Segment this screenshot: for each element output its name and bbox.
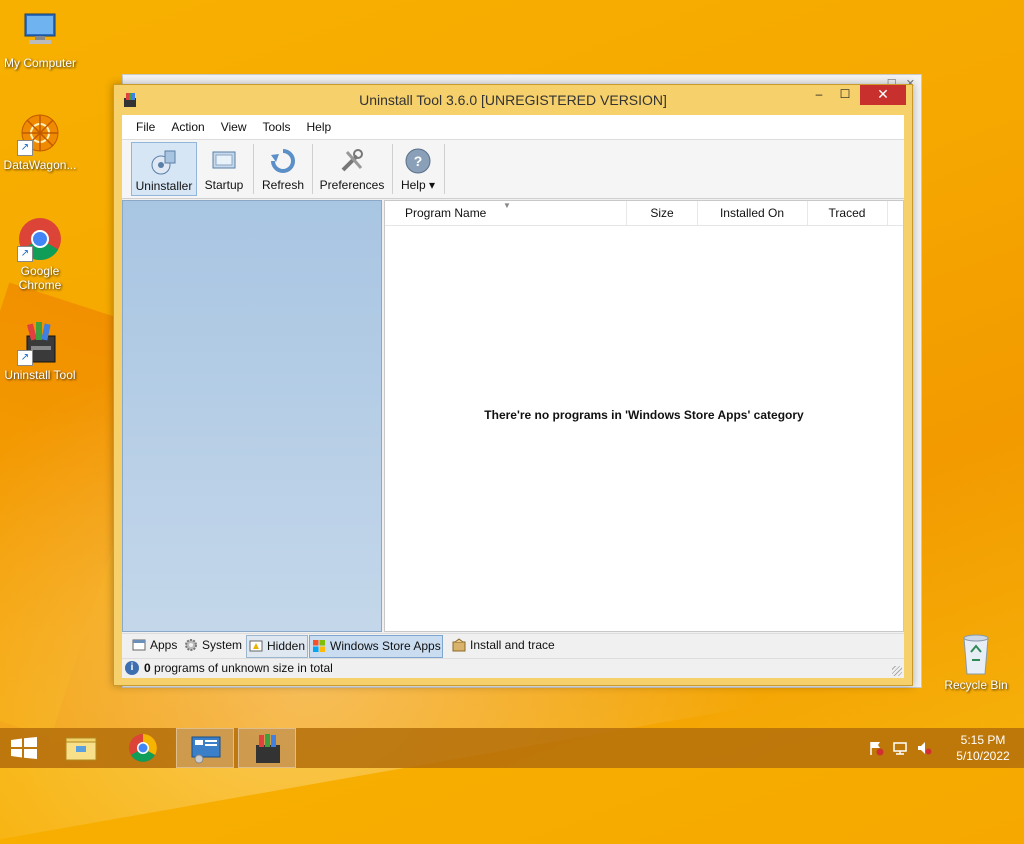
network-icon[interactable] (892, 740, 908, 756)
column-installed-on[interactable]: Installed On (697, 201, 808, 225)
column-size[interactable]: Size (627, 201, 698, 225)
tab-system-label: System (202, 638, 243, 652)
empty-list-message: There're no programs in 'Windows Store A… (484, 408, 804, 422)
desktop-icon-label: My Computer (3, 56, 77, 70)
desktop-icon-label: Google Chrome (18, 264, 62, 292)
info-icon: i (125, 661, 139, 675)
desktop-icon-chrome[interactable]: ↗ Google Chrome (0, 216, 80, 292)
desktop-icon-uninstall-tool[interactable]: ↗ Uninstall Tool (0, 320, 80, 382)
toolbar-help-label: Help ▾ (400, 178, 436, 192)
toolbar-preferences-label: Preferences (319, 178, 385, 192)
maximize-button[interactable]: ☐ (832, 85, 858, 105)
menu-help[interactable]: Help (299, 115, 340, 139)
menu-action[interactable]: Action (163, 115, 212, 139)
uninstaller-icon (149, 147, 179, 177)
desktop-icon-recycle-bin[interactable]: Recycle Bin (936, 630, 1016, 692)
tab-apps[interactable]: Apps (130, 635, 190, 656)
tab-apps-label: Apps (150, 638, 178, 652)
svg-text:?: ? (414, 153, 423, 169)
folder-icon (65, 737, 97, 761)
datawagon-icon: ↗ (17, 110, 63, 156)
title-bar[interactable]: Uninstall Tool 3.6.0 [UNREGISTERED VERSI… (114, 85, 912, 115)
close-button[interactable]: ✕ (860, 85, 906, 105)
uninstall-tool-window: Uninstall Tool 3.6.0 [UNREGISTERED VERSI… (113, 84, 913, 686)
desktop-icon-my-computer[interactable]: My Computer (0, 8, 80, 70)
preferences-icon (337, 146, 367, 176)
tab-windows-store-apps-label: Windows Store Apps (330, 639, 441, 653)
window-client: FileActionViewToolsHelp Uninstaller (122, 115, 904, 678)
uninstall-tool-icon: ↗ (17, 320, 63, 366)
menu-view[interactable]: View (213, 115, 255, 139)
clock[interactable]: 5:15 PM 5/10/2022 (950, 732, 1016, 764)
toolbar-uninstaller-label: Uninstaller (135, 179, 193, 193)
hidden-icon (249, 639, 263, 653)
taskbar-file-explorer[interactable] (52, 728, 110, 768)
desktop-icon-label: Uninstall Tool (4, 368, 76, 382)
tab-install-and-trace-label: Install and trace (470, 638, 555, 652)
shortcut-arrow-icon: ↗ (17, 350, 33, 366)
help-icon: ? (403, 146, 433, 176)
column-header: Program Name ▼ Size Installed On Traced (385, 201, 903, 226)
toolbar-separator (444, 144, 445, 194)
system-tray: 5:15 PM 5/10/2022 (866, 728, 1016, 768)
volume-muted-icon[interactable] (916, 740, 932, 756)
taskbar: 5:15 PM 5/10/2022 (0, 728, 1024, 768)
recycle-bin-icon (956, 630, 996, 676)
status-count: 0 (144, 661, 151, 675)
start-button[interactable] (10, 737, 38, 759)
windows-store-icon (312, 639, 326, 653)
computer-icon (17, 8, 63, 54)
column-traced[interactable]: Traced (807, 201, 888, 225)
status-message: programs of unknown size in total (154, 661, 333, 675)
install-trace-icon (452, 638, 466, 652)
menu-tools[interactable]: Tools (255, 115, 299, 139)
taskbar-uninstall-tool[interactable] (238, 728, 296, 768)
chrome-icon: ↗ (17, 216, 63, 262)
resize-grip[interactable] (892, 666, 902, 676)
tab-install-and-trace[interactable]: Install and trace (450, 635, 580, 656)
category-pane[interactable] (122, 200, 382, 632)
toolbar-preferences-button[interactable]: Preferences (316, 142, 388, 194)
toolbar-separator (392, 144, 393, 194)
toolbar: Uninstaller Startup Refresh Preferences … (122, 140, 904, 199)
toolbar-startup-button[interactable]: Startup (198, 142, 250, 194)
status-bar: i 0 programs of unknown size in total (122, 658, 904, 678)
status-text: 0 programs of unknown size in total (144, 659, 333, 678)
gear-icon (184, 638, 198, 652)
tab-hidden-label: Hidden (267, 639, 306, 653)
toolbar-startup-label: Startup (204, 178, 244, 192)
shortcut-arrow-icon: ↗ (17, 140, 33, 156)
shortcut-arrow-icon: ↗ (17, 246, 33, 262)
windows-logo-icon (11, 737, 37, 759)
clock-time: 5:15 PM (960, 733, 1006, 747)
tab-hidden[interactable]: Hidden (246, 635, 308, 658)
recycle-bin-label: Recycle Bin (944, 678, 1008, 692)
sort-arrow-icon: ▼ (503, 201, 511, 210)
flag-icon[interactable] (868, 740, 884, 756)
toolbar-uninstaller-button[interactable]: Uninstaller (131, 142, 197, 196)
toolbar-separator (312, 144, 313, 194)
menu-file[interactable]: File (128, 115, 163, 139)
control-panel-icon (191, 736, 221, 764)
startup-icon (209, 146, 239, 176)
refresh-icon (268, 146, 298, 176)
uninstall-tool-icon (256, 734, 280, 763)
tab-windows-store-apps[interactable]: Windows Store Apps (309, 635, 443, 658)
toolbar-refresh-label: Refresh (261, 178, 305, 192)
apps-icon (132, 638, 146, 652)
menu-bar: File Action View Tools Help (122, 115, 904, 140)
window-title: Uninstall Tool 3.6.0 [UNREGISTERED VERSI… (359, 92, 667, 108)
program-list[interactable]: Program Name ▼ Size Installed On Traced … (384, 200, 904, 632)
clock-date: 5/10/2022 (956, 749, 1010, 763)
taskbar-control-panel[interactable] (176, 728, 234, 768)
toolbar-refresh-button[interactable]: Refresh (257, 142, 309, 194)
toolbar-help-button[interactable]: ? Help ▾ (396, 142, 440, 194)
desktop-icon-datawagon[interactable]: ↗ DataWagon... (0, 110, 80, 172)
chrome-icon (129, 734, 157, 762)
category-tabs: Apps System Hidden Windows Store Apps In… (122, 633, 904, 658)
toolbar-separator (253, 144, 254, 194)
minimize-button[interactable]: – (806, 85, 832, 105)
desktop-icon-label: DataWagon... (3, 158, 77, 172)
taskbar-chrome[interactable] (114, 728, 172, 768)
